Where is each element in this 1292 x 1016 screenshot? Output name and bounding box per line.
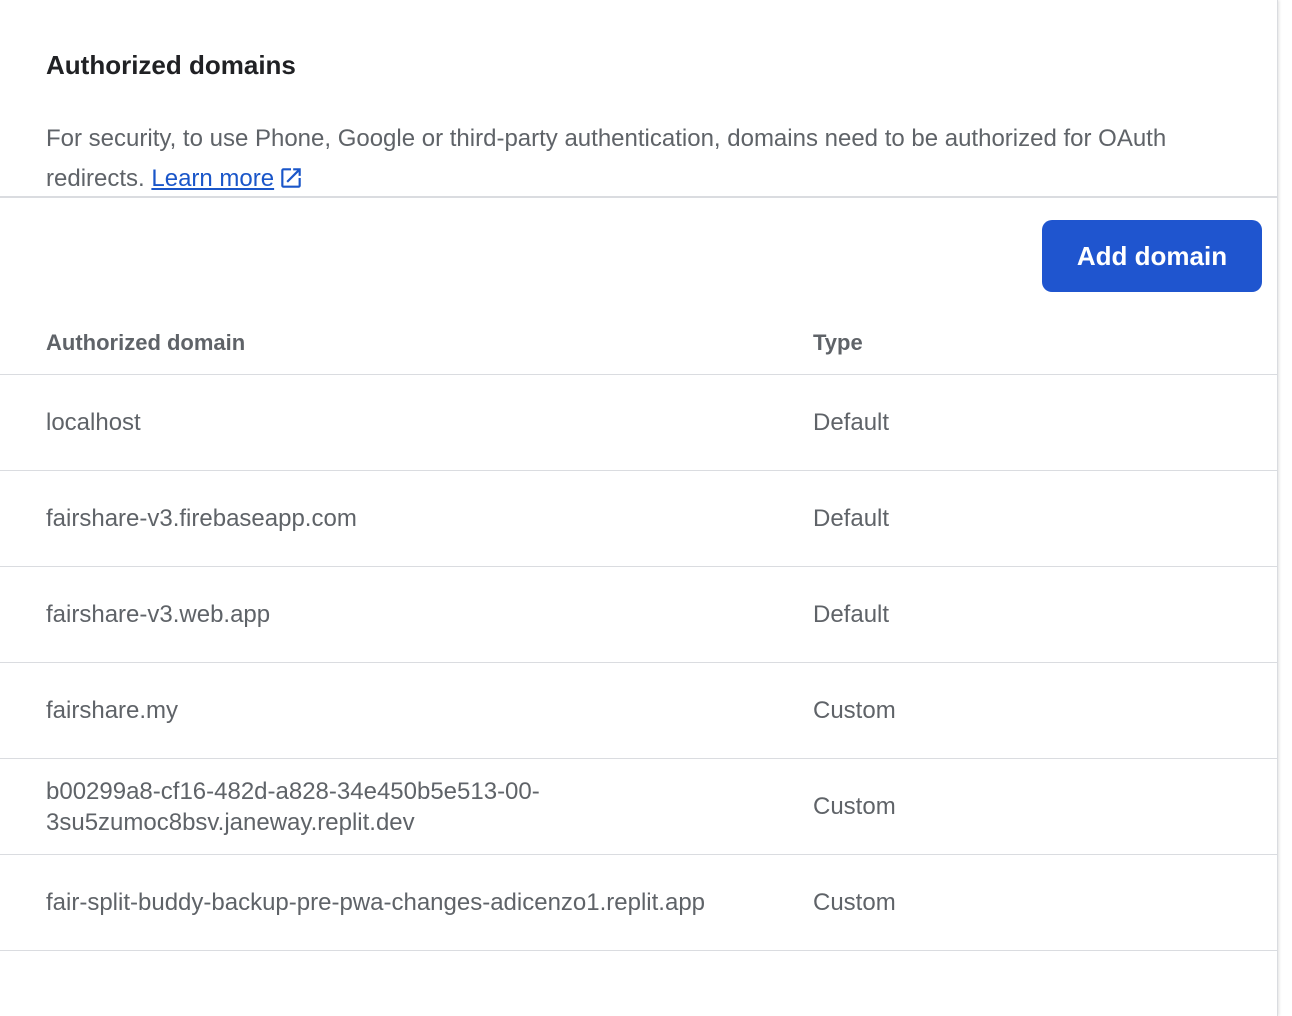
domain-cell: localhost <box>46 409 141 436</box>
add-domain-button[interactable]: Add domain <box>1042 220 1262 292</box>
domain-cell: b00299a8-cf16-482d-a828-34e450b5e513-00-… <box>46 777 540 836</box>
column-header-type[interactable]: Type <box>813 330 863 356</box>
section-description: For security, to use Phone, Google or th… <box>46 119 1206 199</box>
domain-cell: fairshare.my <box>46 697 179 724</box>
table-toolbar: Add domain Authorized domain Type <box>0 198 1277 375</box>
type-cell: Default <box>813 409 890 436</box>
section-title: Authorized domains <box>46 50 296 80</box>
table-row[interactable]: fairshare-v3.firebaseapp.com Default <box>0 471 1277 567</box>
domain-cell: fairshare-v3.firebaseapp.com <box>46 505 357 532</box>
table-row[interactable]: b00299a8-cf16-482d-a828-34e450b5e513-00-… <box>0 759 1277 855</box>
learn-more-label: Learn more <box>151 165 275 192</box>
open-in-new-icon <box>281 168 301 188</box>
domain-cell: fairshare-v3.web.app <box>46 601 271 628</box>
section-header: Authorized domains For security, to use … <box>0 0 1277 198</box>
table-row[interactable]: fairshare-v3.web.app Default <box>0 567 1277 663</box>
domains-table-body: localhost Default fairshare-v3.firebaseapp… <box>0 375 1277 951</box>
type-cell: Default <box>813 505 890 532</box>
table-row[interactable]: fair-split-buddy-backup-pre-pwa-changes-… <box>0 855 1277 951</box>
column-header-domain[interactable]: Authorized domain <box>46 330 245 356</box>
type-cell: Custom <box>813 697 896 724</box>
authorized-domains-card: Authorized domains For security, to use … <box>0 0 1278 1016</box>
table-row[interactable]: localhost Default <box>0 375 1277 471</box>
type-cell: Custom <box>813 889 896 916</box>
type-cell: Default <box>813 601 890 628</box>
table-row[interactable]: fairshare.my Custom <box>0 663 1277 759</box>
learn-more-link[interactable]: Learn more <box>151 165 304 192</box>
domain-cell: fair-split-buddy-backup-pre-pwa-changes-… <box>46 889 706 916</box>
type-cell: Custom <box>813 793 896 820</box>
